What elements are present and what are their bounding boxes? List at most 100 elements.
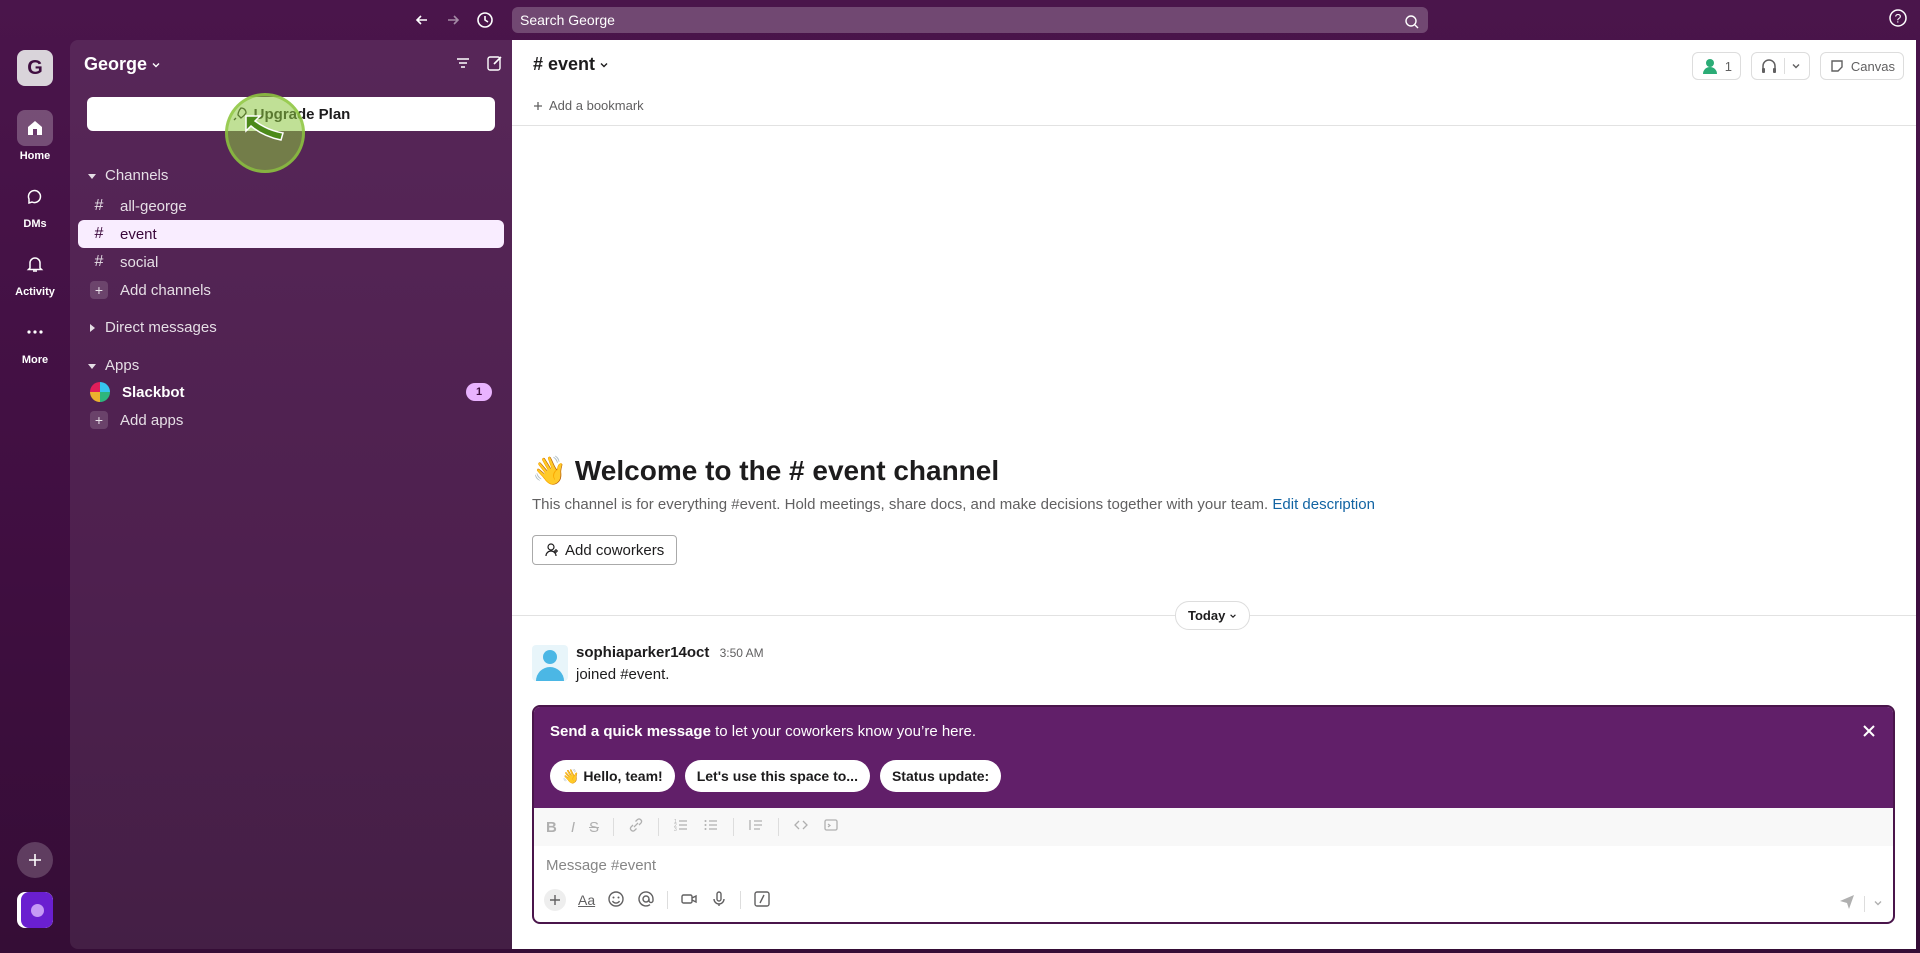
rail-more-label: More xyxy=(21,354,49,366)
help-icon[interactable]: ? xyxy=(1888,8,1912,32)
mention-icon[interactable] xyxy=(637,890,655,911)
channels-section-toggle[interactable]: Channels xyxy=(87,167,168,184)
welcome-heading: 👋 Welcome to the # event channel xyxy=(532,454,999,487)
back-arrow-icon[interactable] xyxy=(410,8,434,32)
quick-reply-hello[interactable]: 👋 Hello, team! xyxy=(550,760,675,792)
slash-command-icon[interactable] xyxy=(753,890,771,911)
welcome-title: Welcome to the # event channel xyxy=(574,454,1000,486)
message-input[interactable]: Message #event xyxy=(546,857,656,874)
dms-icon xyxy=(17,178,53,214)
app-item-slackbot[interactable]: Slackbot 1 xyxy=(78,378,504,406)
add-workspace-button[interactable] xyxy=(17,842,53,878)
chevron-down-icon[interactable] xyxy=(1873,895,1883,913)
chevron-down-icon xyxy=(1230,613,1237,618)
channel-item-social[interactable]: # social xyxy=(78,248,504,276)
plus-icon: + xyxy=(90,411,108,429)
send-icon[interactable] xyxy=(1838,892,1856,915)
add-coworkers-button[interactable]: Add coworkers xyxy=(532,535,678,565)
composer-actions: Aa xyxy=(544,889,771,911)
workspace-name: George xyxy=(84,54,148,74)
channel-header: # event Add a bookmark 1 Canvas xyxy=(512,40,1916,126)
bold-icon[interactable]: B xyxy=(546,819,557,836)
channel-title-button[interactable]: # event xyxy=(533,54,609,75)
plus-icon xyxy=(534,101,542,110)
unread-badge: 1 xyxy=(466,383,492,401)
dm-section-toggle[interactable]: Direct messages xyxy=(87,319,217,336)
link-icon[interactable] xyxy=(628,817,644,837)
code-icon[interactable] xyxy=(793,817,809,837)
welcome-desc-text: This channel is for everything #event. H… xyxy=(532,496,1269,513)
channels-section-label: Channels xyxy=(105,167,169,184)
avatar[interactable] xyxy=(532,645,568,681)
user-avatar[interactable] xyxy=(17,892,53,928)
attach-plus-icon[interactable] xyxy=(544,889,566,911)
channel-item-event[interactable]: # event xyxy=(78,220,504,248)
channel-item-all-george[interactable]: # all-george xyxy=(78,192,504,220)
text-format-icon[interactable]: Aa xyxy=(578,892,595,908)
workspace-switcher[interactable]: G xyxy=(17,50,53,86)
emoji-icon[interactable] xyxy=(607,890,625,911)
send-controls xyxy=(1838,892,1883,915)
rail-activity-label: Activity xyxy=(15,286,55,298)
waving-hand-icon: 👋 xyxy=(532,455,567,486)
headphones-icon xyxy=(1761,59,1776,73)
code-block-icon[interactable] xyxy=(823,817,839,837)
channel-label: all-george xyxy=(120,197,187,215)
message-composer: Send a quick message to let your coworke… xyxy=(532,705,1895,924)
rail-more[interactable]: More xyxy=(0,314,70,366)
add-channels-button[interactable]: + Add channels xyxy=(78,276,504,304)
dm-section-label: Direct messages xyxy=(105,319,217,336)
rail-home[interactable]: Home xyxy=(0,110,70,162)
strikethrough-icon[interactable]: S xyxy=(589,819,599,836)
search-input[interactable]: Search George xyxy=(512,7,1428,33)
channel-label: social xyxy=(120,253,159,271)
quick-reply-status[interactable]: Status update: xyxy=(879,760,1002,792)
canvas-label: Canvas xyxy=(1850,58,1895,74)
caret-down-icon xyxy=(88,363,96,369)
more-icon xyxy=(17,314,53,350)
channel-label: event xyxy=(120,225,157,243)
compose-icon[interactable] xyxy=(486,54,504,77)
channel-sidebar: George Upgrade Plan Channels # all-georg… xyxy=(70,40,512,949)
message-timestamp[interactable]: 3:50 AM xyxy=(720,646,764,660)
caret-right-icon xyxy=(90,323,95,332)
search-placeholder: Search George xyxy=(520,12,615,28)
workspace-name-menu[interactable]: George xyxy=(84,54,161,75)
italic-icon[interactable]: I xyxy=(571,819,575,836)
edit-description-link[interactable]: Edit description xyxy=(1272,496,1375,513)
bullet-list-icon[interactable] xyxy=(703,817,719,837)
ordered-list-icon[interactable]: 123 xyxy=(673,817,689,837)
chevron-down-icon xyxy=(1792,64,1800,69)
video-icon[interactable] xyxy=(680,890,698,911)
forward-arrow-icon[interactable] xyxy=(441,8,465,32)
filter-icon[interactable] xyxy=(454,54,472,77)
history-icon[interactable] xyxy=(473,8,497,32)
search-icon xyxy=(1404,12,1420,38)
close-icon[interactable] xyxy=(1857,719,1881,743)
members-button[interactable]: 1 xyxy=(1691,52,1741,80)
blockquote-icon[interactable] xyxy=(748,817,764,837)
add-bookmark-button[interactable]: Add a bookmark xyxy=(533,98,644,113)
add-person-icon xyxy=(545,543,558,557)
rail-dms[interactable]: DMs xyxy=(0,178,70,230)
message-author[interactable]: sophiaparker14oct xyxy=(576,644,709,661)
microphone-icon[interactable] xyxy=(710,890,728,911)
rail-activity[interactable]: Activity xyxy=(0,246,70,298)
rail-home-label: Home xyxy=(19,150,51,162)
prompt-title-bold: Send a quick message xyxy=(550,723,711,740)
channel-main: # event Add a bookmark 1 Canvas 👋 Welcom… xyxy=(512,40,1916,949)
apps-section-toggle[interactable]: Apps xyxy=(87,357,139,374)
date-divider-button[interactable]: Today xyxy=(1175,601,1251,630)
rail-dms-label: DMs xyxy=(23,218,47,230)
canvas-button[interactable]: Canvas xyxy=(1819,52,1904,80)
quick-message-prompt: Send a quick message to let your coworke… xyxy=(534,707,1893,808)
svg-text:3: 3 xyxy=(674,827,677,833)
add-apps-button[interactable]: + Add apps xyxy=(78,406,504,434)
welcome-description: This channel is for everything #event. H… xyxy=(532,496,1375,513)
add-coworkers-label: Add coworkers xyxy=(565,541,665,559)
chevron-down-icon xyxy=(152,62,160,67)
huddle-button[interactable] xyxy=(1750,52,1810,80)
add-bookmark-label: Add a bookmark xyxy=(549,98,644,113)
slackbot-icon xyxy=(90,382,110,402)
quick-reply-space[interactable]: Let's use this space to... xyxy=(684,760,870,792)
